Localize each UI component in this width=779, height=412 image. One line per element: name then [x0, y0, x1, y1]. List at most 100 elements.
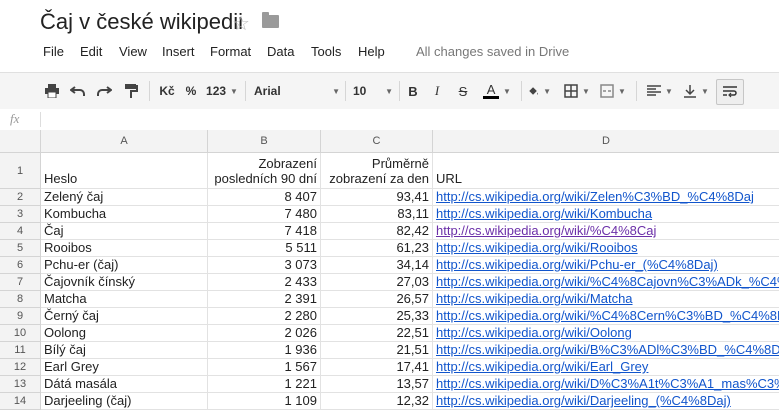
row-header[interactable]: 13: [0, 376, 41, 393]
header-cell-avg[interactable]: Průměrně zobrazení za den: [321, 153, 433, 189]
cell-url[interactable]: http://cs.wikipedia.org/wiki/Rooibos: [433, 240, 779, 257]
cell-url[interactable]: http://cs.wikipedia.org/wiki/Oolong: [433, 325, 779, 342]
folder-icon[interactable]: [262, 12, 279, 28]
cell-heslo[interactable]: Oolong: [41, 325, 208, 342]
cell-views[interactable]: 2 391: [208, 291, 321, 308]
menu-view[interactable]: View: [119, 44, 147, 59]
cell-url[interactable]: http://cs.wikipedia.org/wiki/D%C3%A1t%C3…: [433, 376, 779, 393]
cell-heslo[interactable]: Kombucha: [41, 206, 208, 223]
url-link[interactable]: http://cs.wikipedia.org/wiki/Kombucha: [436, 206, 652, 221]
cell-avg[interactable]: 34,14: [321, 257, 433, 274]
row-header[interactable]: 8: [0, 291, 41, 308]
bold-button[interactable]: B: [404, 79, 422, 103]
cell-avg[interactable]: 25,33: [321, 308, 433, 325]
vertical-align-button[interactable]: ▼: [681, 79, 711, 103]
italic-button[interactable]: I: [428, 79, 446, 103]
row-header[interactable]: 2: [0, 189, 41, 206]
fill-color-button[interactable]: ▼: [527, 79, 551, 103]
cell-heslo[interactable]: Zelený čaj: [41, 189, 208, 206]
redo-button[interactable]: [94, 79, 114, 103]
row-header[interactable]: 3: [0, 206, 41, 223]
menu-data[interactable]: Data: [267, 44, 294, 59]
paint-format-button[interactable]: [121, 79, 141, 103]
url-link[interactable]: http://cs.wikipedia.org/wiki/%C4%8Cern%C…: [436, 308, 779, 323]
cell-views[interactable]: 1 109: [208, 393, 321, 410]
cell-views[interactable]: 7 480: [208, 206, 321, 223]
strikethrough-button[interactable]: S: [454, 79, 472, 103]
row-header[interactable]: 4: [0, 223, 41, 240]
url-link[interactable]: http://cs.wikipedia.org/wiki/Oolong: [436, 325, 632, 340]
cell-heslo[interactable]: Bílý čaj: [41, 342, 208, 359]
menu-format[interactable]: Format: [210, 44, 251, 59]
url-link[interactable]: http://cs.wikipedia.org/wiki/Zelen%C3%BD…: [436, 189, 754, 204]
header-cell-url[interactable]: URL: [433, 153, 779, 189]
cell-avg[interactable]: 83,11: [321, 206, 433, 223]
cell-avg[interactable]: 17,41: [321, 359, 433, 376]
text-wrap-button[interactable]: [716, 79, 744, 105]
url-link[interactable]: http://cs.wikipedia.org/wiki/Darjeeling_…: [436, 393, 731, 408]
horizontal-align-button[interactable]: ▼: [645, 79, 675, 103]
cell-avg[interactable]: 26,57: [321, 291, 433, 308]
url-link[interactable]: http://cs.wikipedia.org/wiki/Rooibos: [436, 240, 638, 255]
percent-format-button[interactable]: %: [183, 79, 199, 103]
row-header[interactable]: 11: [0, 342, 41, 359]
cell-avg[interactable]: 12,32: [321, 393, 433, 410]
column-header-b[interactable]: B: [208, 130, 321, 153]
cell-url[interactable]: http://cs.wikipedia.org/wiki/Pchu-er_(%C…: [433, 257, 779, 274]
row-header[interactable]: 6: [0, 257, 41, 274]
header-cell-views[interactable]: Zobrazení posledních 90 dní: [208, 153, 321, 189]
font-size-select[interactable]: 10 ▼: [353, 79, 393, 103]
undo-button[interactable]: [68, 79, 88, 103]
row-header[interactable]: 14: [0, 393, 41, 410]
cell-heslo[interactable]: Pchu-er (čaj): [41, 257, 208, 274]
cell-avg[interactable]: 27,03: [321, 274, 433, 291]
merge-cells-button[interactable]: ▼: [599, 79, 627, 103]
select-all-corner[interactable]: [0, 130, 41, 153]
cell-heslo[interactable]: Černý čaj: [41, 308, 208, 325]
cell-views[interactable]: 1 567: [208, 359, 321, 376]
column-header-c[interactable]: C: [321, 130, 433, 153]
row-header[interactable]: 5: [0, 240, 41, 257]
cell-views[interactable]: 7 418: [208, 223, 321, 240]
row-header-1[interactable]: 1: [0, 153, 41, 189]
cell-heslo[interactable]: Earl Grey: [41, 359, 208, 376]
cell-heslo[interactable]: Rooibos: [41, 240, 208, 257]
text-color-button[interactable]: A ▼: [478, 79, 516, 103]
cell-views[interactable]: 1 221: [208, 376, 321, 393]
cell-views[interactable]: 2 026: [208, 325, 321, 342]
cell-views[interactable]: 8 407: [208, 189, 321, 206]
cell-avg[interactable]: 21,51: [321, 342, 433, 359]
document-title[interactable]: Čaj v české wikipedii: [40, 9, 243, 35]
font-family-select[interactable]: Arial ▼: [254, 79, 340, 103]
more-formats-button[interactable]: 123 ▼: [205, 79, 239, 103]
cell-url[interactable]: http://cs.wikipedia.org/wiki/Kombucha: [433, 206, 779, 223]
menu-edit[interactable]: Edit: [80, 44, 102, 59]
cell-views[interactable]: 3 073: [208, 257, 321, 274]
cell-avg[interactable]: 22,51: [321, 325, 433, 342]
cell-views[interactable]: 2 433: [208, 274, 321, 291]
menu-help[interactable]: Help: [358, 44, 385, 59]
row-header[interactable]: 7: [0, 274, 41, 291]
cell-url[interactable]: http://cs.wikipedia.org/wiki/%C4%8Cajovn…: [433, 274, 779, 291]
cell-heslo[interactable]: Dátá masála: [41, 376, 208, 393]
row-header[interactable]: 10: [0, 325, 41, 342]
cell-url[interactable]: http://cs.wikipedia.org/wiki/%C4%8Caj: [433, 223, 779, 240]
cell-heslo[interactable]: Čajovník čínský: [41, 274, 208, 291]
cell-url[interactable]: http://cs.wikipedia.org/wiki/%C4%8Cern%C…: [433, 308, 779, 325]
url-link[interactable]: http://cs.wikipedia.org/wiki/%C4%8Cajovn…: [436, 274, 779, 289]
cell-views[interactable]: 5 511: [208, 240, 321, 257]
menu-insert[interactable]: Insert: [162, 44, 195, 59]
url-link[interactable]: http://cs.wikipedia.org/wiki/Matcha: [436, 291, 633, 306]
cell-avg[interactable]: 61,23: [321, 240, 433, 257]
currency-format-button[interactable]: Kč: [157, 79, 177, 103]
cell-url[interactable]: http://cs.wikipedia.org/wiki/Matcha: [433, 291, 779, 308]
header-cell-heslo[interactable]: Heslo: [41, 153, 208, 189]
url-link[interactable]: http://cs.wikipedia.org/wiki/Earl_Grey: [436, 359, 648, 374]
cell-heslo[interactable]: Darjeeling (čaj): [41, 393, 208, 410]
cell-views[interactable]: 2 280: [208, 308, 321, 325]
star-icon[interactable]: ☆: [232, 11, 250, 36]
cell-url[interactable]: http://cs.wikipedia.org/wiki/Zelen%C3%BD…: [433, 189, 779, 206]
row-header[interactable]: 9: [0, 308, 41, 325]
url-link[interactable]: http://cs.wikipedia.org/wiki/D%C3%A1t%C3…: [436, 376, 779, 391]
cell-url[interactable]: http://cs.wikipedia.org/wiki/B%C3%ADl%C3…: [433, 342, 779, 359]
